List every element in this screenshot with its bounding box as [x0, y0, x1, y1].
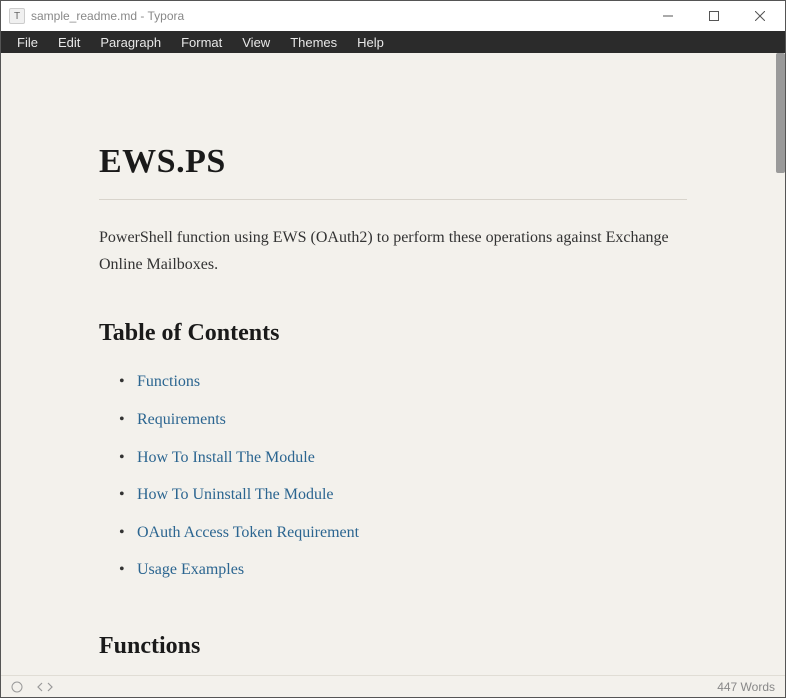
toc-link-oauth[interactable]: OAuth Access Token Requirement	[137, 524, 359, 541]
toc-link-uninstall[interactable]: How To Uninstall The Module	[137, 486, 334, 503]
word-count[interactable]: 447 Words	[717, 680, 775, 694]
toc-link-functions[interactable]: Functions	[137, 373, 200, 390]
document-content[interactable]: EWS.PS PowerShell function using EWS (OA…	[1, 53, 785, 675]
menu-file[interactable]: File	[7, 33, 48, 52]
source-code-mode-icon[interactable]	[37, 681, 53, 693]
heading-rule	[99, 199, 687, 200]
menu-edit[interactable]: Edit	[48, 33, 90, 52]
list-item[interactable]: OAuth Access Token Requirement	[137, 514, 687, 552]
heading-functions[interactable]: Functions	[99, 633, 687, 660]
toc-heading[interactable]: Table of Contents	[99, 320, 687, 347]
app-icon: T	[9, 8, 25, 24]
menu-themes[interactable]: Themes	[280, 33, 347, 52]
menubar: File Edit Paragraph Format View Themes H…	[1, 31, 785, 53]
menu-help[interactable]: Help	[347, 33, 394, 52]
toc-link-requirements[interactable]: Requirements	[137, 411, 226, 428]
window-title: sample_readme.md - Typora	[31, 9, 184, 23]
list-item[interactable]: Functions	[137, 363, 687, 401]
toc-link-usage[interactable]: Usage Examples	[137, 561, 244, 578]
toc-link-install[interactable]: How To Install The Module	[137, 449, 315, 466]
list-item[interactable]: How To Install The Module	[137, 439, 687, 477]
list-item[interactable]: How To Uninstall The Module	[137, 476, 687, 514]
titlebar: T sample_readme.md - Typora	[1, 1, 785, 31]
outline-toggle-icon[interactable]	[11, 681, 23, 693]
menu-view[interactable]: View	[232, 33, 280, 52]
scrollbar-track[interactable]	[773, 53, 785, 675]
statusbar: 447 Words	[1, 675, 785, 697]
list-item[interactable]: Usage Examples	[137, 551, 687, 589]
menu-format[interactable]: Format	[171, 33, 232, 52]
minimize-button[interactable]	[645, 1, 691, 31]
menu-paragraph[interactable]: Paragraph	[90, 33, 171, 52]
close-button[interactable]	[737, 1, 783, 31]
scrollbar-thumb[interactable]	[776, 53, 785, 173]
list-item[interactable]: Requirements	[137, 401, 687, 439]
toc-list: Functions Requirements How To Install Th…	[99, 363, 687, 589]
heading-1[interactable]: EWS.PS	[99, 143, 687, 181]
maximize-button[interactable]	[691, 1, 737, 31]
intro-paragraph[interactable]: PowerShell function using EWS (OAuth2) t…	[99, 224, 687, 278]
editor-viewport[interactable]: EWS.PS PowerShell function using EWS (OA…	[1, 53, 785, 675]
